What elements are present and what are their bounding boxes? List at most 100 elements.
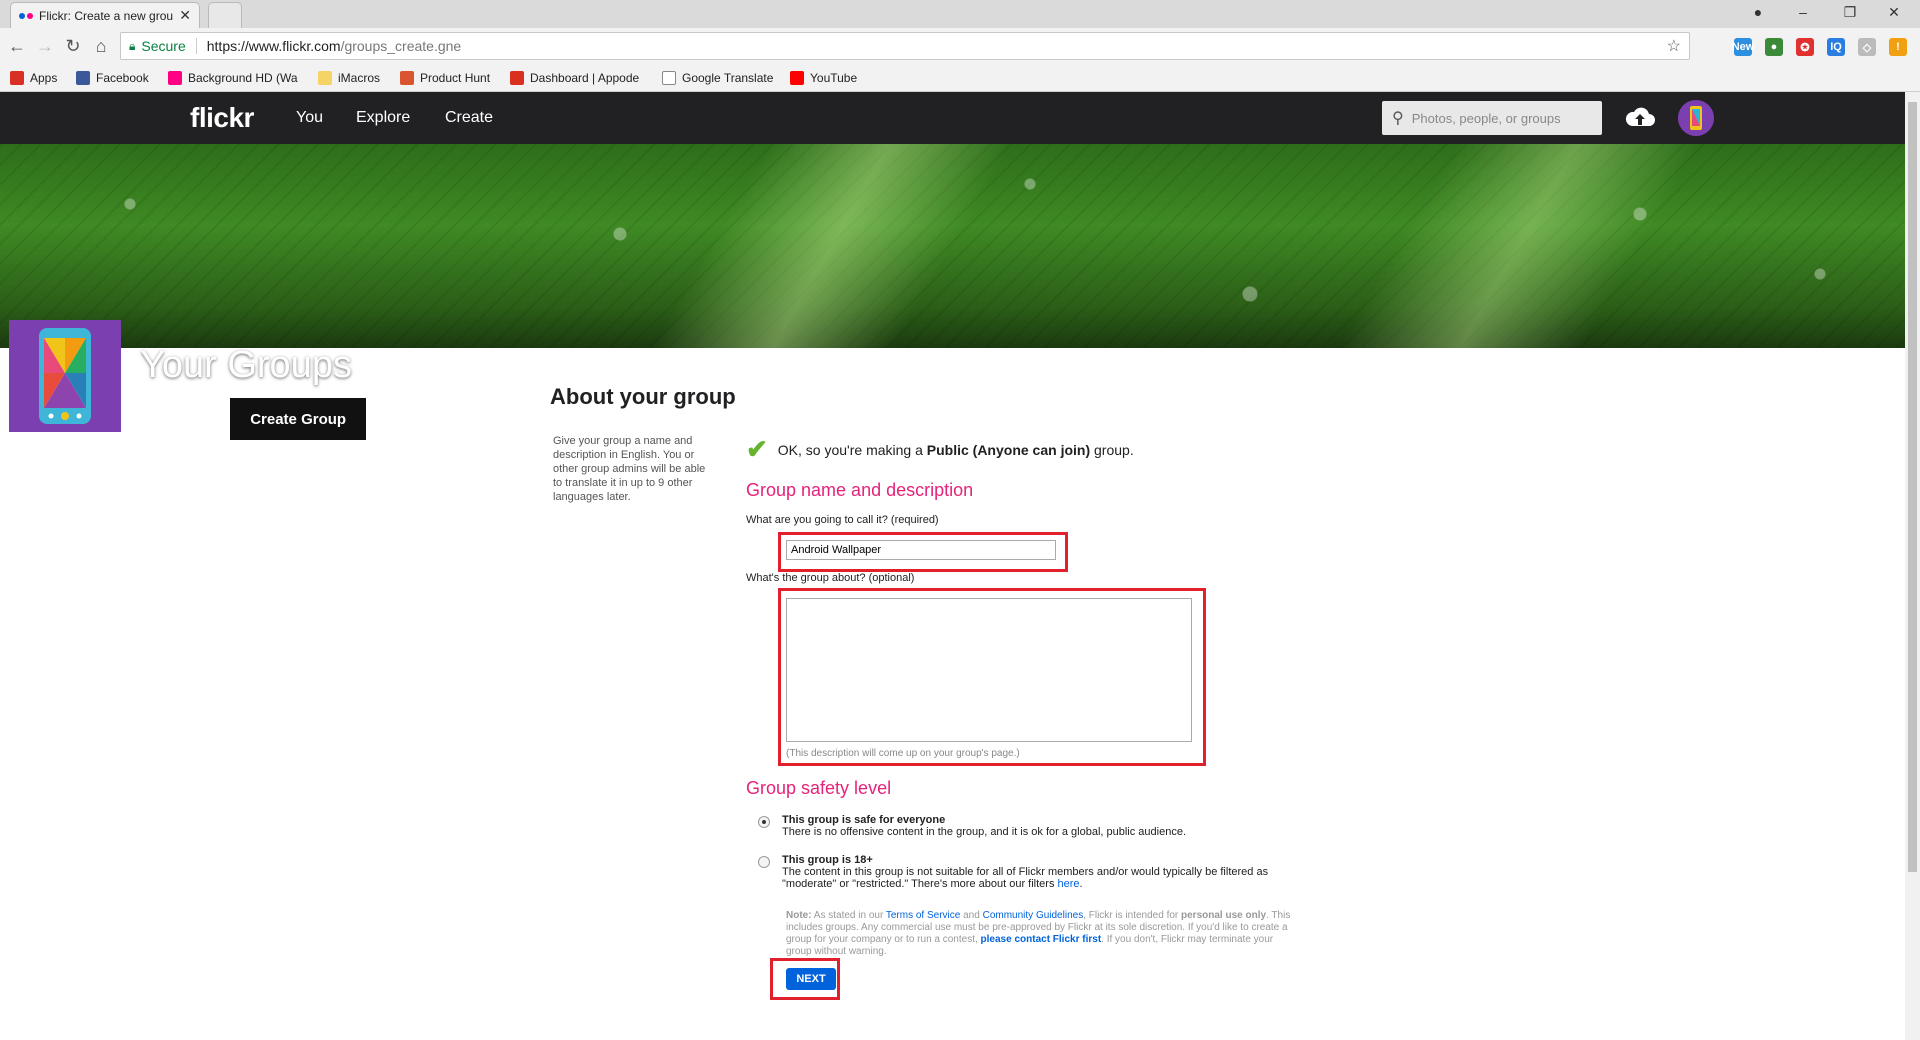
bookmark-item[interactable]: iMacros (318, 71, 380, 85)
note-text: and (960, 910, 983, 921)
adult-radio[interactable] (758, 856, 770, 868)
flickr-logo[interactable]: flickr (190, 102, 254, 134)
bookmark-item[interactable]: Background HD (Wa (168, 71, 298, 85)
bookmark-label: Background HD (Wa (188, 71, 298, 85)
flickr-top-nav: flickr You Explore Create ⚲ Photos, peop… (0, 92, 1905, 144)
page-heading: Your Groups (140, 344, 352, 386)
guidelines-link[interactable]: Community Guidelines (983, 910, 1084, 921)
tab-group-list[interactable]: Group List (121, 398, 230, 440)
bookmark-star-icon[interactable]: ☆ (1667, 36, 1681, 56)
bookmark-label: iMacros (338, 71, 381, 85)
bookmark-label: Google Translate (682, 71, 774, 85)
browser-tab[interactable]: Flickr: Create a new grou ✕ (10, 2, 200, 28)
search-input[interactable]: ⚲ Photos, people, or groups (1382, 101, 1602, 135)
group-type: Public (Anyone can join) (926, 441, 1091, 458)
reload-icon[interactable]: ↻ (62, 36, 84, 57)
name-label: What are you going to call it? (required… (746, 514, 939, 526)
tag-extension-icon[interactable]: ◇ (1858, 38, 1876, 56)
checkmark-icon: ✔ (746, 434, 768, 464)
ok-suffix: group. (1094, 441, 1134, 458)
secure-label: Secure (141, 38, 186, 54)
name-section-title: Group name and description (746, 480, 974, 500)
note-bold: personal use only (1181, 910, 1267, 921)
safety-section-title: Group safety level (746, 778, 892, 798)
bookmark-label: Product Hunt (420, 71, 491, 85)
cover-photo (0, 144, 1905, 348)
url-path: /groups_create.gne (340, 38, 462, 54)
help-text: Give your group a name and description i… (553, 435, 706, 503)
safe-option[interactable]: This group is safe for everyone There is… (758, 814, 1186, 838)
group-name-input[interactable] (786, 540, 1056, 560)
new-extension-icon[interactable]: New (1732, 38, 1754, 56)
profile-icon[interactable]: ● (1748, 4, 1768, 20)
iq-extension-icon[interactable]: IQ (1827, 38, 1845, 56)
terms-link[interactable]: Terms of Service (886, 910, 960, 921)
adult-option[interactable]: This group is 18+ The content in this gr… (758, 854, 1318, 890)
home-icon[interactable]: ⌂ (90, 36, 112, 57)
omnibox-divider (195, 38, 197, 54)
section-heading: About your group (550, 384, 736, 409)
bookmark-favicon-icon (662, 71, 676, 85)
scrollbar-thumb[interactable] (1908, 102, 1917, 872)
bookmark-label: Apps (30, 71, 58, 85)
tab-create-group[interactable]: Create Group (230, 398, 367, 440)
tab-close-icon[interactable]: ✕ (179, 7, 191, 24)
back-arrow-icon[interactable]: ← (6, 36, 28, 57)
nav-explore[interactable]: Explore (356, 109, 410, 127)
nav-create[interactable]: Create (445, 109, 493, 127)
scrollbar[interactable] (1905, 92, 1920, 1040)
safe-radio[interactable] (758, 816, 770, 828)
bookmark-favicon-icon (318, 71, 332, 85)
group-type-confirmation: ✔ OK, so you're making a Public (Anyone … (746, 434, 1134, 465)
bookmark-item[interactable]: Product Hunt (400, 71, 490, 85)
group-avatar (9, 320, 121, 432)
adult-title: This group is 18+ (782, 854, 873, 866)
tab-strip: Flickr: Create a new grou ✕ ● – ❐ ✕ (0, 0, 1920, 28)
description-hint: (This description will come up on your g… (786, 748, 1020, 759)
next-button[interactable]: NEXT (786, 968, 836, 990)
bookmark-label: Dashboard | Appode (530, 71, 640, 85)
world-extension-icon[interactable]: ● (1765, 38, 1783, 56)
contact-flickr-link[interactable]: please contact Flickr first (981, 934, 1102, 945)
bookmark-favicon-icon (168, 71, 182, 85)
bookmark-favicon-icon (790, 71, 804, 85)
bookmark-item[interactable]: Dashboard | Appode (510, 71, 639, 85)
maximize-button[interactable]: ❐ (1840, 4, 1860, 21)
filters-link[interactable]: here (1058, 878, 1080, 890)
alert-extension-icon[interactable]: ! (1889, 38, 1907, 56)
search-placeholder: Photos, people, or groups (1411, 110, 1561, 126)
bookmark-favicon-icon (510, 71, 524, 85)
minimize-button[interactable]: – (1793, 4, 1813, 20)
bookmark-item[interactable]: Google Translate (662, 71, 773, 85)
group-description-textarea[interactable] (786, 598, 1192, 742)
search-icon: ⚲ (1392, 110, 1404, 127)
address-bar[interactable]: 🔒︎ Secure https://www.flickr.com/groups_… (120, 32, 1690, 60)
upload-cloud-icon[interactable] (1624, 104, 1656, 130)
bookmark-favicon-icon (76, 71, 90, 85)
forward-arrow-icon[interactable]: → (34, 36, 56, 57)
phone-icon (1690, 106, 1702, 130)
groups-subnav: Group List Create Group (121, 398, 367, 440)
close-window-button[interactable]: ✕ (1884, 4, 1904, 21)
flickr-page: flickr You Explore Create ⚲ Photos, peop… (0, 92, 1905, 1040)
tab-title: Flickr: Create a new grou (39, 8, 174, 23)
adult-description: The content in this group is not suitabl… (782, 866, 1269, 890)
badge-extension-icon[interactable]: ✪ (1796, 38, 1814, 56)
user-avatar[interactable] (1678, 100, 1714, 136)
phone-icon (39, 328, 91, 424)
url-host: https://www.flickr.com (206, 38, 341, 54)
new-tab-button[interactable] (208, 2, 242, 28)
nav-you[interactable]: You (296, 109, 323, 127)
bookmark-item[interactable]: Facebook (76, 71, 149, 85)
bookmark-favicon-icon (10, 71, 24, 85)
bookmarks-bar: Apps Facebook Background HD (Wa iMacros Prod… (0, 66, 1920, 92)
bookmark-item[interactable]: YouTube (790, 71, 857, 85)
bookmark-favicon-icon (400, 71, 414, 85)
safe-title: This group is safe for everyone (782, 814, 946, 826)
lock-icon: 🔒︎ (129, 38, 136, 53)
about-label: What's the group about? (optional) (746, 572, 915, 584)
bookmark-item[interactable]: Apps (10, 71, 57, 85)
usage-note: Note: As stated in our Terms of Service … (786, 910, 1296, 958)
browser-toolbar: ← → ↻ ⌂ 🔒︎ Secure https://www.flickr.com… (0, 28, 1920, 66)
bookmark-label: YouTube (810, 71, 858, 85)
